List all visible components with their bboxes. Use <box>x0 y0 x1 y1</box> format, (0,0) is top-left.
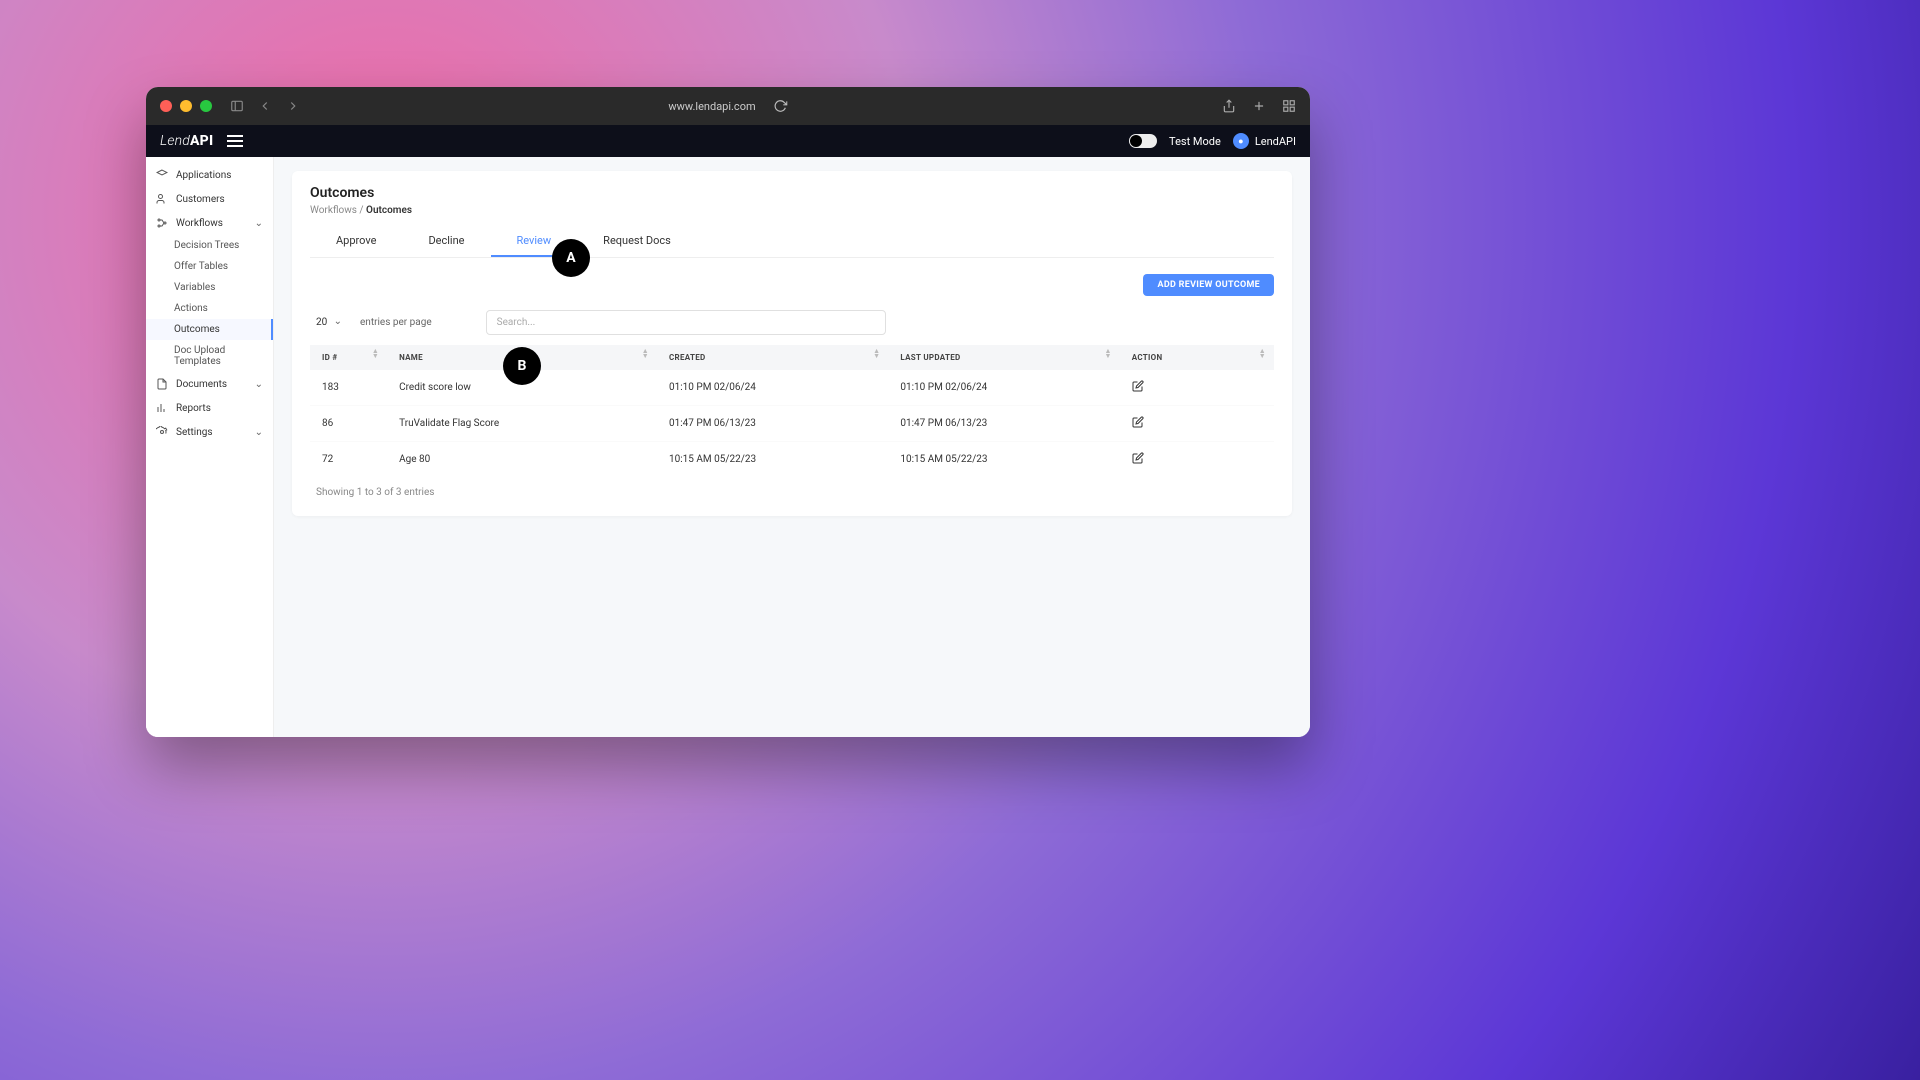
col-header[interactable]: CREATED▲▼ <box>657 345 888 370</box>
forward-icon[interactable] <box>286 99 300 113</box>
sidebar-item-label: Settings <box>176 427 213 438</box>
logo: LendAPI <box>160 133 213 149</box>
titlebar: www.lendapi.com <box>146 87 1310 125</box>
cell-id: 72 <box>310 442 387 478</box>
breadcrumb-current: Outcomes <box>366 205 412 216</box>
logo-text-light: Lend <box>160 133 190 149</box>
sort-icon: ▲▼ <box>642 349 649 359</box>
sidebar-item-workflows[interactable]: Workflows <box>146 211 273 235</box>
fullscreen-window-icon[interactable] <box>200 100 212 112</box>
sidebar-subitem-doc-upload-templates[interactable]: Doc Upload Templates <box>146 340 273 372</box>
annotation-b: B <box>503 347 541 385</box>
cell-created: 10:15 AM 05/22/23 <box>657 442 888 478</box>
back-icon[interactable] <box>258 99 272 113</box>
gear-icon <box>156 426 168 438</box>
sort-icon: ▲▼ <box>873 349 880 359</box>
cell-updated: 01:10 PM 02/06/24 <box>888 370 1119 406</box>
sidebar-subitem-outcomes[interactable]: Outcomes <box>146 319 273 340</box>
window-controls <box>160 100 212 112</box>
cell-created: 01:10 PM 02/06/24 <box>657 370 888 406</box>
tab-overview-icon[interactable] <box>1282 99 1296 113</box>
branch-icon <box>156 217 168 229</box>
edit-icon[interactable] <box>1132 420 1144 431</box>
users-icon <box>156 193 168 205</box>
close-window-icon[interactable] <box>160 100 172 112</box>
search-input[interactable] <box>486 310 886 335</box>
sidebar-item-applications[interactable]: Applications <box>146 163 273 187</box>
chart-icon <box>156 402 168 414</box>
sidebar-item-settings[interactable]: Settings <box>146 420 273 444</box>
sidebar-item-label: Documents <box>176 379 227 390</box>
sidebar-item-label: Applications <box>176 170 231 181</box>
tabs: ApproveDeclineReviewRequest Docs <box>310 226 1274 258</box>
sidebar-subitem-offer-tables[interactable]: Offer Tables <box>146 256 273 277</box>
breadcrumb-parent[interactable]: Workflows <box>310 205 357 216</box>
page-size-label: entries per page <box>360 317 432 328</box>
cell-id: 86 <box>310 406 387 442</box>
cell-name: TruValidate Flag Score <box>387 406 657 442</box>
col-header[interactable]: ACTION▲▼ <box>1120 345 1274 370</box>
test-mode-toggle[interactable] <box>1129 134 1157 148</box>
sidebar-item-label: Workflows <box>176 218 223 229</box>
outcomes-card: Outcomes Workflows / Outcomes ApproveDec… <box>292 171 1292 516</box>
sidebar-item-label: Customers <box>176 194 225 205</box>
user-label: LendAPI <box>1255 135 1296 148</box>
sidebar-item-customers[interactable]: Customers <box>146 187 273 211</box>
sidebar-item-documents[interactable]: Documents <box>146 372 273 396</box>
new-tab-icon[interactable] <box>1252 99 1266 113</box>
annotation-a: A <box>552 239 590 277</box>
main-content: A B Outcomes Workflows / Outcomes Approv… <box>274 157 1310 737</box>
page-title: Outcomes <box>310 185 1274 201</box>
url-text[interactable]: www.lendapi.com <box>668 100 755 113</box>
sidebar-subitem-actions[interactable]: Actions <box>146 298 273 319</box>
cell-updated: 10:15 AM 05/22/23 <box>888 442 1119 478</box>
edit-icon[interactable] <box>1132 384 1144 395</box>
user-badge[interactable]: ● LendAPI <box>1233 133 1296 149</box>
logo-text-bold: API <box>190 133 213 149</box>
sort-icon: ▲▼ <box>1105 349 1112 359</box>
cell-created: 01:47 PM 06/13/23 <box>657 406 888 442</box>
reload-icon[interactable] <box>774 99 788 113</box>
layers-icon <box>156 169 168 181</box>
breadcrumb-sep: / <box>357 205 366 216</box>
share-icon[interactable] <box>1222 99 1236 113</box>
nav-collapse-icon[interactable] <box>227 135 243 147</box>
table-controls: 20 entries per page <box>310 310 1274 335</box>
cell-id: 183 <box>310 370 387 406</box>
file-icon <box>156 378 168 390</box>
cell-updated: 01:47 PM 06/13/23 <box>888 406 1119 442</box>
tab-approve[interactable]: Approve <box>310 226 402 257</box>
sort-icon: ▲▼ <box>372 349 379 359</box>
sort-icon: ▲▼ <box>1259 349 1266 359</box>
minimize-window-icon[interactable] <box>180 100 192 112</box>
sidebar-subitem-decision-trees[interactable]: Decision Trees <box>146 235 273 256</box>
col-header[interactable]: LAST UPDATED▲▼ <box>888 345 1119 370</box>
avatar: ● <box>1233 133 1249 149</box>
page-size-select[interactable]: 20 <box>316 317 342 328</box>
test-mode-label: Test Mode <box>1169 135 1221 148</box>
col-header[interactable]: ID #▲▼ <box>310 345 387 370</box>
table-row: 183Credit score low01:10 PM 02/06/2401:1… <box>310 370 1274 406</box>
table-row: 72Age 8010:15 AM 05/22/2310:15 AM 05/22/… <box>310 442 1274 478</box>
app-header: LendAPI Test Mode ● LendAPI <box>146 125 1310 157</box>
breadcrumb: Workflows / Outcomes <box>310 205 1274 216</box>
tab-request-docs[interactable]: Request Docs <box>577 226 697 257</box>
cell-name: Age 80 <box>387 442 657 478</box>
sidebar-toggle-icon[interactable] <box>230 99 244 113</box>
sidebar-subitem-variables[interactable]: Variables <box>146 277 273 298</box>
tab-decline[interactable]: Decline <box>402 226 490 257</box>
outcomes-table: ID #▲▼NAME▲▼CREATED▲▼LAST UPDATED▲▼ACTIO… <box>310 345 1274 477</box>
table-footer: Showing 1 to 3 of 3 entries <box>310 487 1274 498</box>
browser-window: www.lendapi.com LendAPI Test Mode ● Lend… <box>146 87 1310 737</box>
sidebar-item-label: Reports <box>176 403 211 414</box>
sidebar: Applications Customers Workflows Decision T… <box>146 157 274 737</box>
table-row: 86TruValidate Flag Score01:47 PM 06/13/2… <box>310 406 1274 442</box>
sidebar-item-reports[interactable]: Reports <box>146 396 273 420</box>
add-review-outcome-button[interactable]: ADD REVIEW OUTCOME <box>1143 274 1274 296</box>
edit-icon[interactable] <box>1132 456 1144 467</box>
